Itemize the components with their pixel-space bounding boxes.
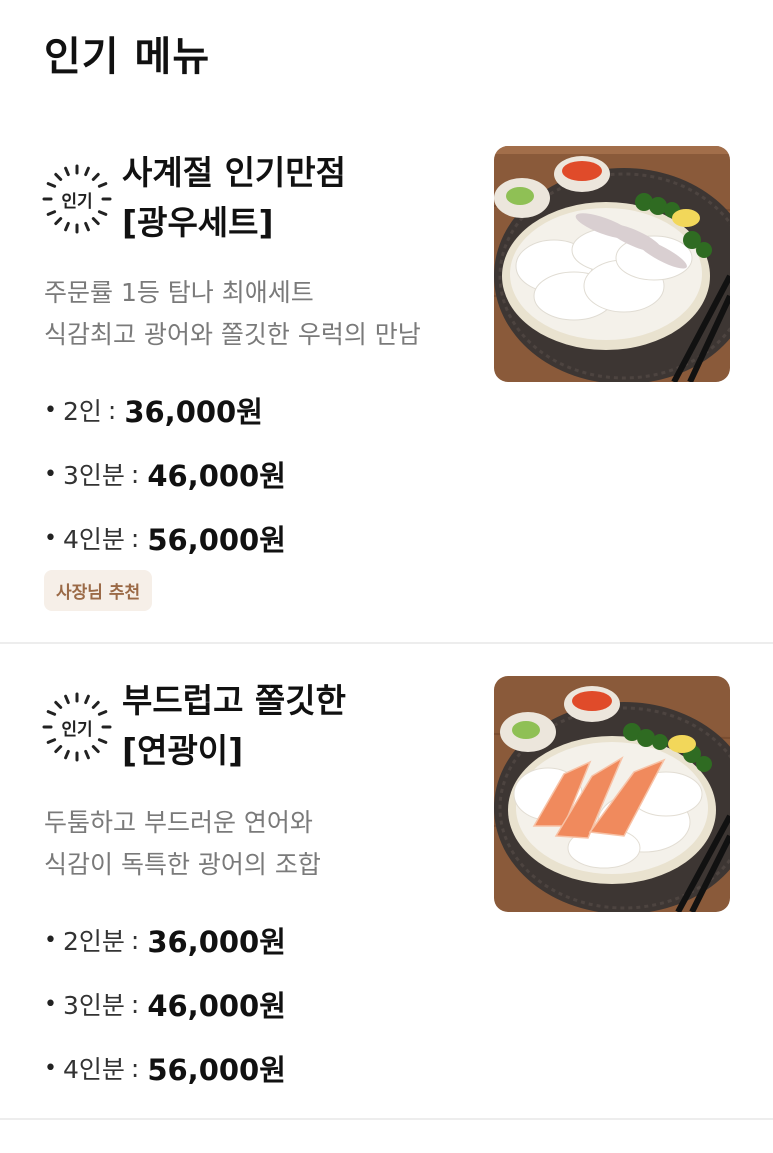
menu-description-line1: 주문률 1등 탐나 최애세트 bbox=[44, 278, 314, 307]
price-portion: 3인분 bbox=[62, 461, 125, 490]
price-portion: 4인분 bbox=[62, 1055, 125, 1084]
price-amount: 36,000원 bbox=[147, 925, 286, 959]
sashimi-platter-photo-icon bbox=[494, 146, 730, 382]
bullet-icon: • bbox=[44, 461, 57, 487]
price-separator: : bbox=[130, 989, 140, 1019]
section-title: 인기 메뉴 bbox=[44, 34, 211, 80]
price-list: • 2인 : 36,000원 • 3인분 : 46,000원 • 4인분 : 5… bbox=[44, 378, 286, 570]
price-portion: 4인분 bbox=[62, 525, 125, 554]
price-amount: 56,000원 bbox=[147, 1053, 286, 1087]
menu-description-line1: 두툼하고 부드러운 연어와 bbox=[44, 808, 313, 837]
popular-badge-icon: 인기 bbox=[40, 162, 114, 236]
price-separator: : bbox=[130, 523, 140, 553]
menu-photo[interactable] bbox=[494, 676, 730, 912]
bullet-icon: • bbox=[44, 397, 57, 423]
salmon-flatfish-platter-photo-icon bbox=[494, 676, 730, 912]
price-row: • 3인분 : 46,000원 bbox=[44, 442, 286, 506]
section-divider bbox=[0, 642, 773, 644]
bullet-icon: • bbox=[44, 991, 57, 1017]
menu-title-line1: 사계절 인기만점 bbox=[122, 153, 347, 192]
menu-title-line2: [연광이] bbox=[122, 731, 244, 770]
popular-badge-icon: 인기 bbox=[40, 690, 114, 764]
price-row: • 3인분 : 46,000원 bbox=[44, 972, 286, 1036]
menu-description: 두툼하고 부드러운 연어와 식감이 독특한 광어의 조합 bbox=[44, 802, 484, 886]
bullet-icon: • bbox=[44, 1055, 57, 1081]
price-amount: 36,000원 bbox=[124, 395, 263, 429]
menu-photo[interactable] bbox=[494, 146, 730, 382]
price-list: • 2인분 : 36,000원 • 3인분 : 46,000원 • 4인분 : … bbox=[44, 908, 286, 1100]
menu-description-line2: 식감이 독특한 광어의 조합 bbox=[44, 850, 321, 879]
price-separator: : bbox=[107, 395, 117, 425]
owner-recommend-tag: 사장님 추천 bbox=[44, 570, 153, 611]
menu-description: 주문률 1등 탐나 최애세트 식감최고 광어와 쫄깃한 우럭의 만남 bbox=[44, 272, 484, 356]
popular-badge-label: 인기 bbox=[61, 719, 93, 740]
menu-card-gwangu-set[interactable]: 인기 사계절 인기만점 [광우세트] 주문률 1등 탐나 최애세트 식감최고 광… bbox=[0, 130, 773, 642]
menu-title-line1: 부드럽고 쫄깃한 bbox=[122, 681, 347, 720]
menu-card-yeongwang[interactable]: 인기 부드럽고 쫄깃한 [연광이] 두툼하고 부드러운 연어와 식감이 독특한 … bbox=[0, 658, 773, 1118]
price-row: • 4인분 : 56,000원 bbox=[44, 506, 286, 570]
price-portion: 3인분 bbox=[62, 991, 125, 1020]
menu-title: 사계절 인기만점 [광우세트] bbox=[122, 148, 472, 248]
price-portion: 2인 bbox=[62, 397, 102, 426]
section-divider bbox=[0, 1118, 773, 1120]
menu-description-line2: 식감최고 광어와 쫄깃한 우럭의 만남 bbox=[44, 320, 421, 349]
price-amount: 56,000원 bbox=[147, 523, 286, 557]
price-separator: : bbox=[130, 925, 140, 955]
popular-badge-label: 인기 bbox=[61, 191, 93, 212]
menu-title-line2: [광우세트] bbox=[122, 203, 274, 242]
price-separator: : bbox=[130, 459, 140, 489]
price-row: • 2인분 : 36,000원 bbox=[44, 908, 286, 972]
price-row: • 4인분 : 56,000원 bbox=[44, 1036, 286, 1100]
price-row: • 2인 : 36,000원 bbox=[44, 378, 286, 442]
bullet-icon: • bbox=[44, 927, 57, 953]
bullet-icon: • bbox=[44, 525, 57, 551]
menu-title: 부드럽고 쫄깃한 [연광이] bbox=[122, 676, 472, 776]
price-portion: 2인분 bbox=[62, 927, 125, 956]
price-amount: 46,000원 bbox=[147, 989, 286, 1023]
price-amount: 46,000원 bbox=[147, 459, 286, 493]
price-separator: : bbox=[130, 1053, 140, 1083]
